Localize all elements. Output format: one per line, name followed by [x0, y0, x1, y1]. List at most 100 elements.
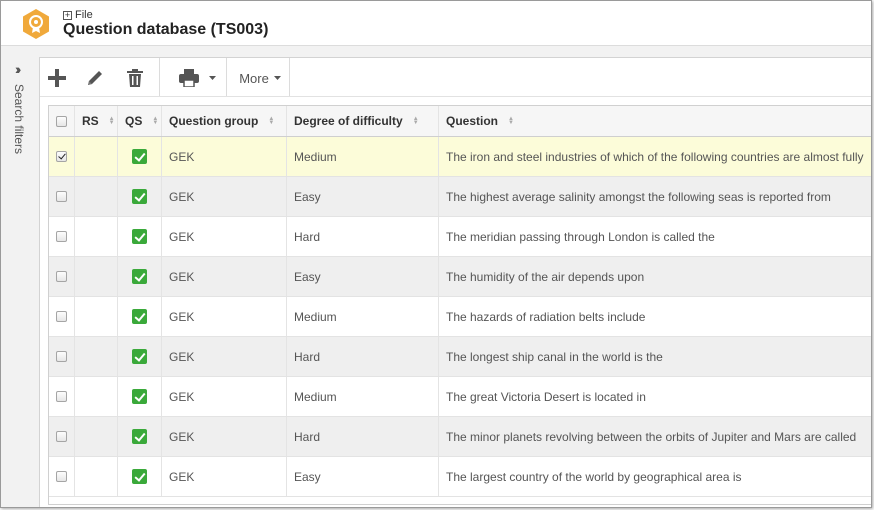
sort-icon[interactable]: ▲ ▼ — [109, 116, 115, 126]
row-checkbox[interactable] — [56, 231, 67, 242]
delete-button[interactable] — [124, 65, 146, 91]
difficulty-cell: Hard — [287, 217, 439, 256]
row-checkbox[interactable] — [56, 191, 67, 202]
table-row[interactable]: GEK Hard The meridian passing through Lond… — [49, 217, 871, 257]
row-select-cell[interactable] — [49, 177, 75, 216]
column-header-question-group[interactable]: Question group ▲ ▼ — [162, 106, 287, 136]
rs-cell — [75, 177, 118, 216]
edit-button[interactable] — [84, 65, 106, 91]
row-select-cell[interactable] — [49, 297, 75, 336]
qs-check-icon — [132, 309, 147, 324]
question-group-cell: GEK — [162, 217, 287, 256]
row-select-cell[interactable] — [49, 137, 75, 176]
column-label: RS — [82, 114, 99, 128]
question-database-icon — [23, 9, 49, 39]
row-select-cell[interactable] — [49, 457, 75, 496]
row-select-cell[interactable] — [49, 377, 75, 416]
rs-cell — [75, 457, 118, 496]
question-cell: The largest country of the world by geog… — [446, 469, 742, 484]
row-select-cell[interactable] — [49, 417, 75, 456]
app-window: + File Question database (TS003) ›› Sear… — [0, 0, 872, 508]
question-cell: The iron and steel industries of which o… — [446, 149, 864, 164]
question-cell: The highest average salinity amongst the… — [446, 189, 831, 204]
question-group-cell: GEK — [162, 377, 287, 416]
toolbar: More — [40, 58, 871, 97]
qs-cell — [118, 417, 162, 456]
qs-cell — [118, 297, 162, 336]
sort-icon[interactable]: ▲ ▼ — [508, 116, 514, 126]
question-cell: The humidity of the air depends upon — [446, 269, 645, 284]
column-label: Question group — [169, 114, 259, 128]
toolbar-divider — [159, 58, 160, 96]
more-label: More — [239, 70, 269, 86]
row-checkbox[interactable] — [56, 431, 67, 442]
question-group-cell: GEK — [162, 137, 287, 176]
more-menu-button[interactable]: More — [236, 65, 284, 91]
qs-cell — [118, 377, 162, 416]
qs-cell — [118, 257, 162, 296]
qs-check-icon — [132, 149, 147, 164]
qs-cell — [118, 337, 162, 376]
select-all-cell[interactable] — [49, 106, 75, 136]
row-checkbox[interactable] — [56, 351, 67, 362]
qs-cell — [118, 457, 162, 496]
column-header-difficulty[interactable]: Degree of difficulty ▲ ▼ — [287, 106, 439, 136]
table-row[interactable]: GEK Hard The longest ship canal in the wor… — [49, 337, 871, 377]
table-row[interactable]: GEK Medium The hazards of radiation belts … — [49, 297, 871, 337]
sort-icon[interactable]: ▲ ▼ — [152, 116, 158, 126]
table-row[interactable]: GEK Easy The largest country of the world … — [49, 457, 871, 497]
row-checkbox[interactable] — [56, 391, 67, 402]
row-select-cell[interactable] — [49, 257, 75, 296]
qs-check-icon — [132, 389, 147, 404]
question-group-cell: GEK — [162, 337, 287, 376]
difficulty-cell: Hard — [287, 337, 439, 376]
table-header: RS ▲ ▼ QS ▲ ▼ Question group ▲ ▼ Degree of … — [49, 106, 871, 137]
question-cell: The meridian passing through London is c… — [446, 229, 715, 244]
questions-table: RS ▲ ▼ QS ▲ ▼ Question group ▲ ▼ Degree of … — [48, 105, 871, 505]
rs-cell — [75, 337, 118, 376]
column-header-rs[interactable]: RS ▲ ▼ — [75, 106, 118, 136]
double-chevron-right-icon[interactable]: ›› — [15, 61, 22, 77]
sort-icon[interactable]: ▲ ▼ — [413, 116, 419, 126]
qs-check-icon — [132, 269, 147, 284]
question-cell: The minor planets revolving between the … — [446, 429, 857, 444]
question-cell: The hazards of radiation belts include — [446, 309, 646, 324]
question-group-cell: GEK — [162, 177, 287, 216]
sort-icon[interactable]: ▲ ▼ — [268, 116, 274, 126]
column-header-qs[interactable]: QS ▲ ▼ — [118, 106, 162, 136]
question-group-cell: GEK — [162, 457, 287, 496]
expand-icon[interactable]: + — [63, 10, 72, 20]
row-checkbox[interactable] — [56, 471, 67, 482]
print-button[interactable] — [172, 65, 222, 91]
question-group-cell: GEK — [162, 417, 287, 456]
column-header-question[interactable]: Question ▲ ▼ — [439, 106, 871, 136]
column-label: Question — [446, 114, 499, 128]
table-row[interactable]: GEK Medium The great Victoria Desert is lo… — [49, 377, 871, 417]
search-filters-label[interactable]: Search filters — [12, 84, 26, 154]
row-checkbox[interactable] — [56, 311, 67, 322]
search-filters-panel[interactable]: ›› Search filters — [7, 56, 35, 506]
row-select-cell[interactable] — [49, 337, 75, 376]
table-row[interactable]: GEK Hard The minor planets revolving betwe… — [49, 417, 871, 457]
row-checkbox[interactable] — [56, 151, 67, 162]
question-group-cell: GEK — [162, 257, 287, 296]
row-checkbox[interactable] — [56, 271, 67, 282]
add-button[interactable] — [46, 65, 68, 91]
table-row[interactable]: GEK Easy The humidity of the air depends u… — [49, 257, 871, 297]
breadcrumb[interactable]: + File — [63, 9, 93, 21]
difficulty-cell: Medium — [287, 297, 439, 336]
select-all-checkbox[interactable] — [56, 115, 67, 127]
rs-cell — [75, 257, 118, 296]
question-cell: The longest ship canal in the world is t… — [446, 349, 663, 364]
difficulty-cell: Medium — [287, 137, 439, 176]
row-select-cell[interactable] — [49, 217, 75, 256]
printer-icon — [178, 69, 199, 87]
breadcrumb-file[interactable]: File — [75, 9, 93, 21]
pencil-icon — [88, 71, 102, 85]
caret-down-icon — [273, 76, 281, 80]
rs-cell — [75, 297, 118, 336]
table-row[interactable]: GEK Medium The iron and steel industries o… — [49, 137, 871, 177]
difficulty-cell: Easy — [287, 457, 439, 496]
table-row[interactable]: GEK Easy The highest average salinity amon… — [49, 177, 871, 217]
rs-cell — [75, 417, 118, 456]
